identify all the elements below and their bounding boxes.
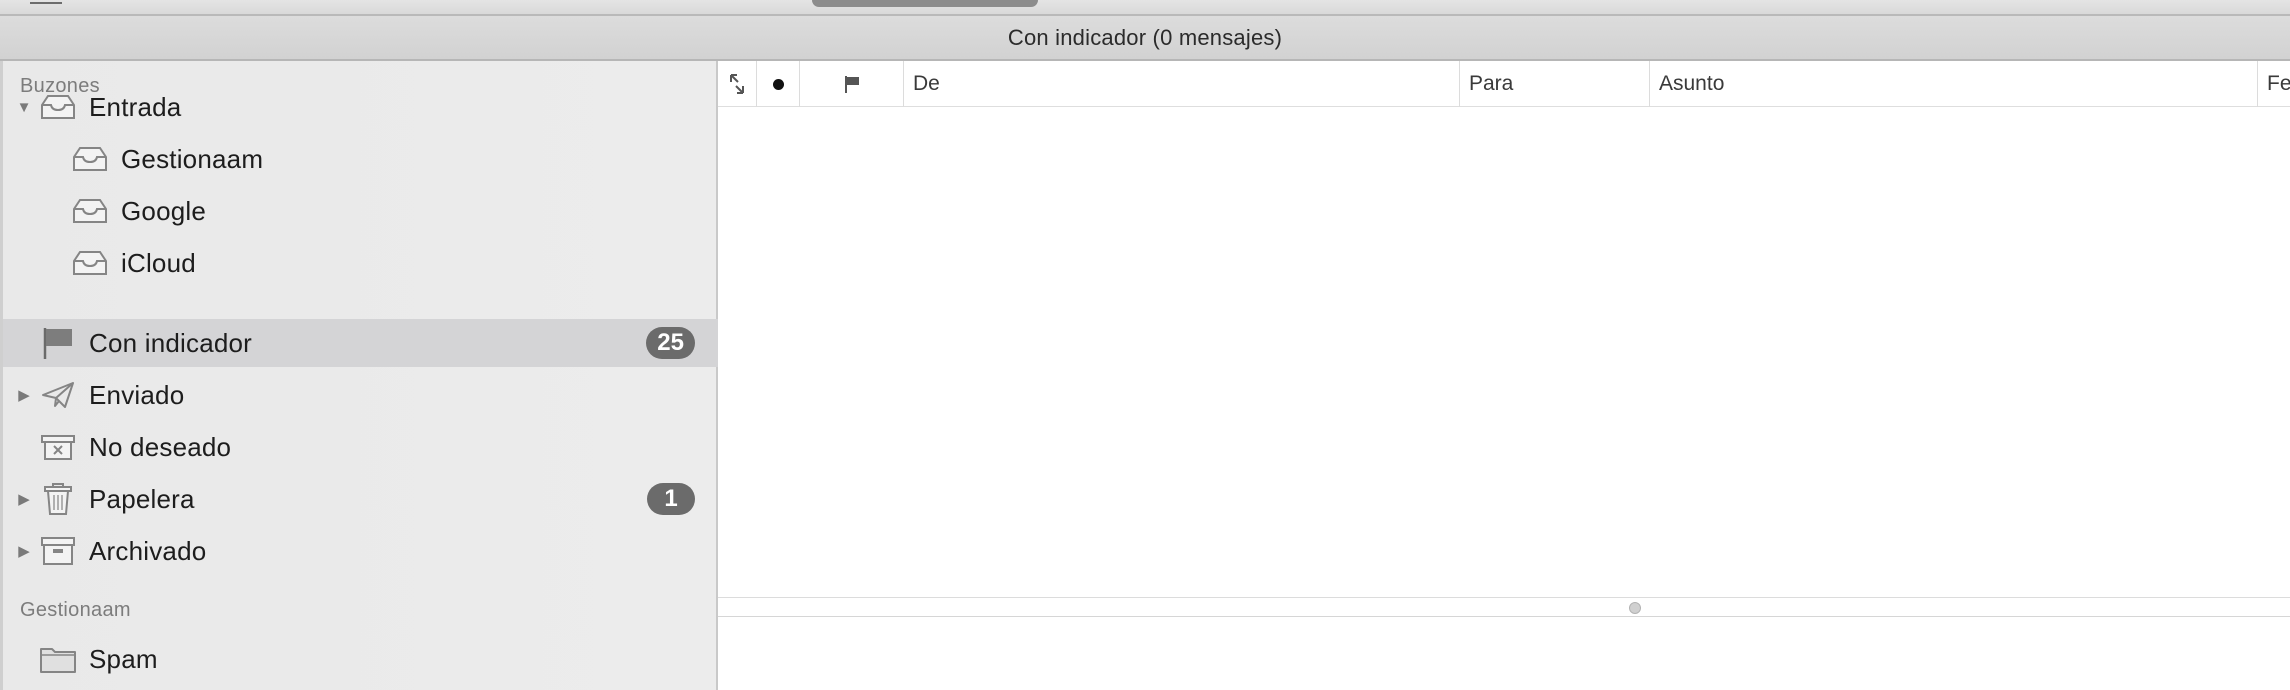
folder-icon <box>39 643 77 675</box>
mailbox-archivado[interactable]: ▶ Archivado <box>3 527 718 575</box>
mailbox-label: Con indicador <box>89 327 253 358</box>
unread-count-badge: 1 <box>647 483 695 515</box>
mailbox-label: Spam <box>89 643 158 674</box>
mailbox-icloud[interactable]: iCloud <box>3 239 718 287</box>
mailbox-con-indicador[interactable]: Con indicador 25 <box>3 319 718 367</box>
toolbar <box>0 0 2290 16</box>
mailbox-spam[interactable]: Spam <box>3 635 718 683</box>
mailbox-label: Gestionaam <box>121 143 264 174</box>
window-title: Con indicador (0 mensajes) <box>1007 24 1283 50</box>
column-flag[interactable] <box>800 61 904 107</box>
inbox-tray-icon <box>71 247 109 279</box>
disclosure-expanded-icon[interactable]: ▼ <box>14 97 34 117</box>
mailbox-label: Enviado <box>89 379 185 410</box>
message-preview-pane <box>718 617 2290 690</box>
archive-box-icon <box>39 535 77 567</box>
trash-icon <box>39 483 77 515</box>
inbox-tray-icon <box>71 143 109 175</box>
mailbox-label: Archivado <box>89 535 207 566</box>
mailbox-gestionaam[interactable]: Gestionaam <box>3 135 718 183</box>
mailbox-papelera[interactable]: ▶ Papelera 1 <box>3 475 718 523</box>
mailbox-google[interactable]: Google <box>3 187 718 235</box>
column-para[interactable]: Para <box>1460 61 1650 107</box>
mailbox-label: Papelera <box>89 483 195 514</box>
unread-count-badge: 25 <box>646 327 695 359</box>
window-title-bar: Con indicador (0 mensajes) <box>0 16 2290 61</box>
section-heading-gestionaam[interactable]: Gestionaam <box>20 599 131 622</box>
sidebar-toggle-icon[interactable] <box>30 0 62 4</box>
mailbox-label: Google <box>121 195 207 226</box>
mailbox-label: No deseado <box>89 431 232 462</box>
column-header-row: De Para Asunto Fe <box>718 61 2290 107</box>
paper-plane-icon <box>39 379 77 411</box>
disclosure-collapsed-icon[interactable]: ▶ <box>14 385 34 405</box>
mailbox-sidebar: Buzones ▼ Entrada Gestionaam Google iClo… <box>0 61 718 690</box>
mailbox-label: iCloud <box>121 247 196 278</box>
mailbox-entrada[interactable]: ▼ Entrada <box>3 83 718 131</box>
mailbox-enviado[interactable]: ▶ Enviado <box>3 371 718 419</box>
column-thread[interactable] <box>718 61 757 107</box>
unread-dot-icon <box>772 78 784 90</box>
search-field[interactable] <box>812 0 1038 7</box>
junk-box-icon <box>39 431 77 463</box>
message-list[interactable]: De Para Asunto Fe <box>718 61 2290 598</box>
pane-splitter[interactable] <box>718 598 2290 617</box>
disclosure-collapsed-icon[interactable]: ▶ <box>14 489 34 509</box>
column-de[interactable]: De <box>904 61 1460 107</box>
column-fecha[interactable]: Fe <box>2258 61 2290 107</box>
inbox-tray-icon <box>39 91 77 123</box>
splitter-handle-icon[interactable] <box>1629 602 1641 614</box>
thread-expand-icon <box>730 74 744 94</box>
column-asunto[interactable]: Asunto <box>1650 61 2258 107</box>
disclosure-collapsed-icon[interactable]: ▶ <box>14 541 34 561</box>
mailbox-label: Entrada <box>89 91 182 122</box>
flag-column-icon <box>844 76 859 93</box>
column-unread[interactable] <box>757 61 800 107</box>
inbox-tray-icon <box>71 195 109 227</box>
flag-icon <box>39 327 77 359</box>
mailbox-no-deseado[interactable]: No deseado <box>3 423 718 471</box>
